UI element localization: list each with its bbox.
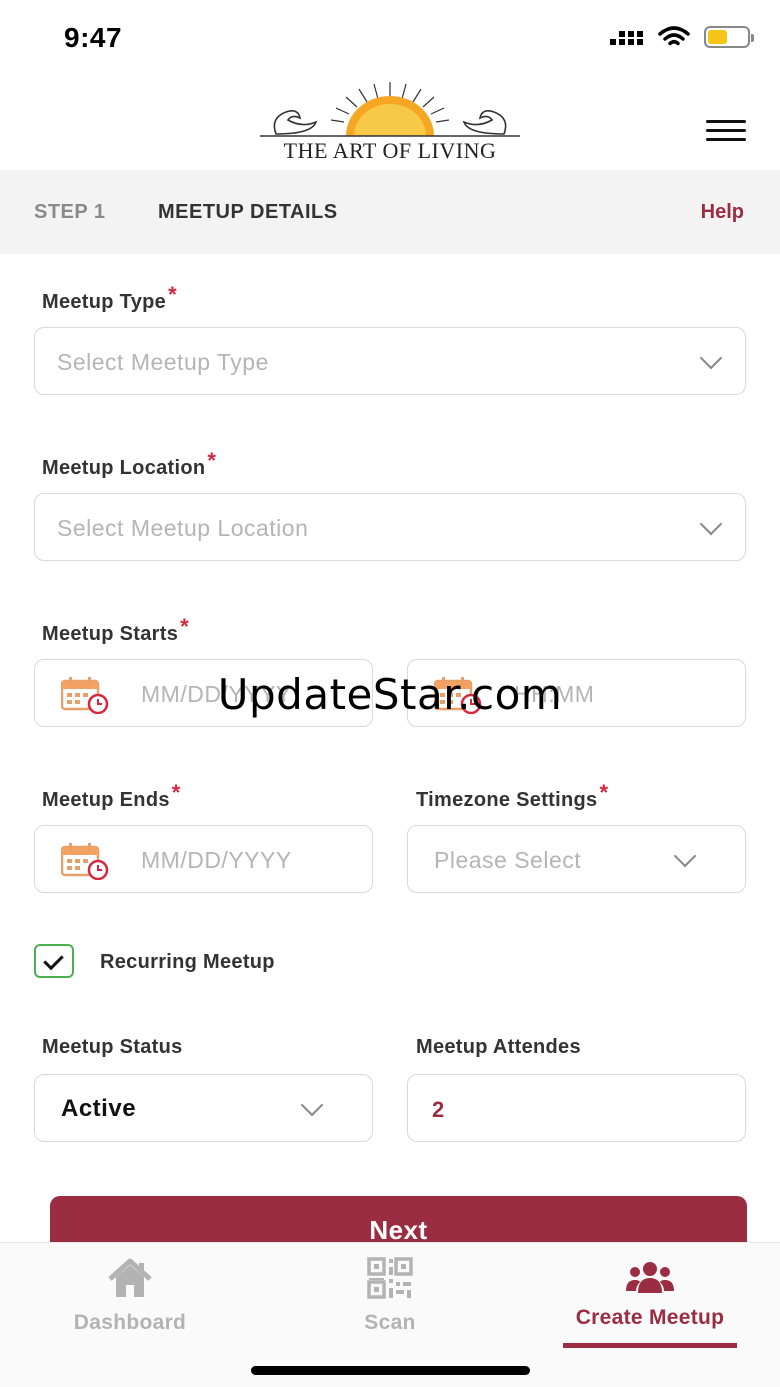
meetup-attendees-label: Meetup Attendes: [416, 1036, 581, 1058]
step-bar: STEP 1 MEETUP DETAILS Help: [0, 170, 780, 254]
recurring-meetup-checkbox[interactable]: [34, 944, 74, 978]
meetup-location-label: Meetup Location*: [42, 448, 217, 479]
required-marker: *: [599, 780, 609, 805]
bottom-tab-bar: Dashboard Scan Create Meetup: [0, 1242, 780, 1387]
required-marker: *: [171, 780, 181, 805]
battery-icon: [704, 26, 754, 48]
watermark: UpdateStar.com: [217, 670, 563, 719]
qr-code-icon: [367, 1257, 413, 1299]
chevron-down-icon: [300, 1093, 324, 1117]
recurring-meetup-label: Recurring Meetup: [100, 951, 275, 973]
status-bar: 9:47: [0, 0, 780, 78]
chevron-down-icon: [699, 512, 723, 536]
required-marker: *: [207, 448, 217, 473]
meetup-attendees-input[interactable]: 2: [407, 1074, 746, 1142]
meetup-type-label: Meetup Type*: [42, 282, 177, 313]
meetup-ends-label: Meetup Ends*: [42, 780, 181, 811]
art-of-living-logo: THE ART OF LIVING: [256, 78, 524, 166]
wifi-icon: [658, 26, 690, 46]
tab-dashboard-label: Dashboard: [73, 1311, 187, 1334]
timezone-label: Timezone Settings*: [416, 780, 609, 811]
required-marker: *: [168, 282, 177, 307]
meetup-type-placeholder: Select Meetup Type: [57, 349, 269, 375]
logo-text: THE ART OF LIVING: [283, 138, 497, 163]
meetup-type-select[interactable]: Select Meetup Type: [34, 327, 746, 395]
calendar-clock-icon: [61, 843, 109, 880]
timezone-select[interactable]: Please Select: [407, 825, 746, 893]
status-icons: [610, 26, 754, 48]
meetup-location-select[interactable]: Select Meetup Location: [34, 493, 746, 561]
hamburger-menu-icon[interactable]: [706, 120, 746, 142]
group-icon: [626, 1262, 674, 1293]
home-icon: [108, 1258, 152, 1297]
chevron-down-icon: [673, 844, 697, 868]
tab-create-meetup[interactable]: Create Meetup: [520, 1243, 780, 1353]
chevron-down-icon: [699, 346, 723, 370]
meetup-status-select[interactable]: Active: [34, 1074, 373, 1142]
tab-scan[interactable]: Scan: [260, 1243, 520, 1353]
tab-scan-label: Scan: [364, 1311, 416, 1334]
app-header: THE ART OF LIVING: [0, 78, 780, 170]
home-indicator: [251, 1366, 530, 1375]
sun-logo-icon: [260, 82, 520, 137]
meetup-starts-label: Meetup Starts*: [42, 614, 190, 645]
status-time: 9:47: [64, 22, 123, 53]
active-tab-indicator: [563, 1343, 737, 1348]
step-number: STEP 1: [34, 201, 106, 223]
meetup-attendees-value: 2: [432, 1097, 445, 1122]
checkmark-icon: [43, 949, 64, 971]
tab-dashboard[interactable]: Dashboard: [0, 1243, 260, 1353]
cellular-signal-icon: [610, 31, 643, 45]
timezone-placeholder: Please Select: [434, 847, 582, 873]
meetup-end-date-input[interactable]: MM/DD/YYYY: [34, 825, 373, 893]
end-date-placeholder: MM/DD/YYYY: [141, 847, 292, 873]
meetup-status-value: Active: [61, 1095, 137, 1122]
meetup-location-placeholder: Select Meetup Location: [57, 515, 309, 541]
meetup-status-label: Meetup Status: [42, 1036, 183, 1058]
required-marker: *: [180, 614, 190, 639]
tab-create-meetup-label: Create Meetup: [575, 1306, 725, 1329]
step-title: MEETUP DETAILS: [158, 201, 338, 223]
help-link[interactable]: Help: [701, 201, 744, 224]
